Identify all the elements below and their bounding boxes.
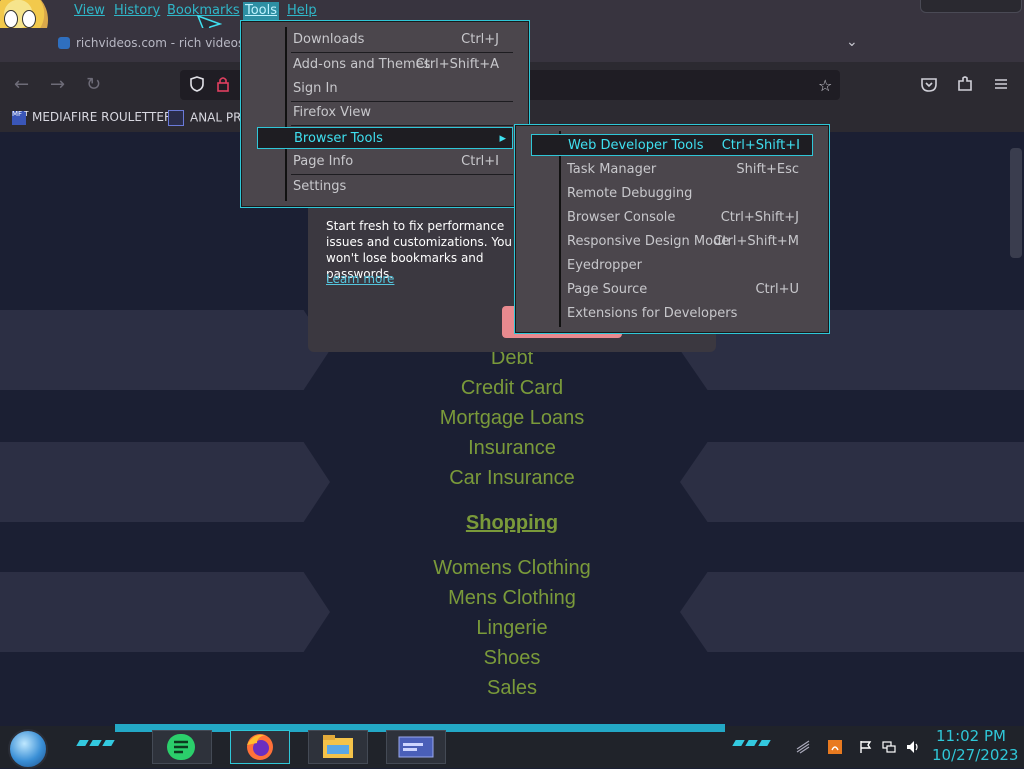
java-icon[interactable] — [828, 740, 842, 754]
notes-app-icon — [167, 734, 195, 760]
menu-item-addons[interactable]: Add-ons and Themes Ctrl+Shift+A — [293, 54, 499, 76]
start-button[interactable] — [8, 729, 48, 769]
hamburger-menu-icon[interactable] — [992, 75, 1010, 93]
pocket-icon[interactable] — [920, 75, 938, 93]
taskbar-notes-app[interactable] — [152, 730, 212, 764]
show-desktop-icon[interactable] — [796, 740, 810, 754]
link-shoes[interactable]: Shoes — [0, 647, 1024, 670]
menu-item-downloads[interactable]: Downloads Ctrl+J — [293, 29, 499, 51]
menu-view[interactable]: View — [72, 2, 107, 20]
menu-item-extensions-for-developers[interactable]: Extensions for Developers — [567, 303, 799, 325]
taskbar-firefox[interactable] — [230, 730, 290, 764]
menu-tools[interactable]: Tools — [243, 2, 280, 20]
extensions-icon[interactable] — [956, 75, 974, 93]
menu-item-responsive-design-mode[interactable]: Responsive Design Mode Ctrl+Shift+M — [567, 231, 799, 253]
link-lingerie[interactable]: Lingerie — [0, 617, 1024, 640]
shopping-heading[interactable]: Shopping — [0, 512, 1024, 535]
reload-icon[interactable]: ↻ — [86, 74, 101, 95]
link-car-insurance[interactable]: Car Insurance — [0, 467, 1024, 490]
menu-item-page-source[interactable]: Page Source Ctrl+U — [567, 279, 799, 301]
tab-title[interactable]: richvideos.com - rich videos Re — [76, 36, 263, 50]
clock-date[interactable]: 10/27/2023 — [932, 746, 1018, 764]
menu-item-browser-tools[interactable]: Browser Tools ▸ — [257, 127, 513, 149]
tools-menu: Downloads Ctrl+J Add-ons and Themes Ctrl+S… — [240, 20, 530, 208]
firefox-icon — [247, 734, 273, 760]
link-mortgage-loans[interactable]: Mortgage Loans — [0, 407, 1024, 430]
volume-icon[interactable] — [906, 740, 920, 754]
browser-tools-submenu: Web Developer Tools Ctrl+Shift+I Task Man… — [514, 124, 830, 334]
window-app-icon — [398, 736, 434, 758]
menu-item-eyedropper[interactable]: Eyedropper — [567, 255, 799, 277]
link-sales[interactable]: Sales — [0, 677, 1024, 700]
link-insurance[interactable]: Insurance — [0, 437, 1024, 460]
folder-icon — [323, 735, 353, 758]
menu-item-settings[interactable]: Settings — [293, 176, 499, 198]
shield-icon[interactable] — [190, 76, 204, 92]
lock-icon[interactable] — [216, 76, 230, 92]
clock-time[interactable]: 11:02 PM — [936, 727, 1006, 745]
taskbar-window-app[interactable] — [386, 730, 446, 764]
menu-item-remote-debugging[interactable]: Remote Debugging — [567, 183, 799, 205]
taskbar-file-explorer[interactable] — [308, 730, 368, 764]
bookmark-star-icon[interactable]: ☆ — [818, 76, 832, 95]
menu-item-firefox-view[interactable]: Firefox View — [293, 102, 499, 124]
menu-item-task-manager[interactable]: Task Manager Shift+Esc — [567, 159, 799, 181]
forward-icon[interactable]: → — [50, 74, 65, 95]
network-icon[interactable] — [882, 740, 896, 754]
tab-favicon-icon — [58, 37, 70, 49]
menu-help[interactable]: Help — [285, 2, 319, 20]
learn-more-link[interactable]: Learn more — [326, 272, 394, 286]
window-decoration — [920, 0, 1022, 13]
menu-item-page-info[interactable]: Page Info Ctrl+I — [293, 151, 499, 173]
flag-icon[interactable] — [858, 740, 872, 754]
mediafire-icon: MF T — [12, 110, 29, 125]
menu-item-web-developer-tools[interactable]: Web Developer Tools Ctrl+Shift+I — [531, 134, 813, 156]
menu-item-sign-in[interactable]: Sign In — [293, 78, 499, 100]
bookmark-anal-pro[interactable]: ANAL PRO — [168, 110, 251, 126]
link-womens-clothing[interactable]: Womens Clothing — [0, 557, 1024, 580]
menu-history[interactable]: History — [112, 2, 162, 20]
chevron-down-icon[interactable]: ⌄ — [846, 34, 858, 50]
menu-item-browser-console[interactable]: Browser Console Ctrl+Shift+J — [567, 207, 799, 229]
bookmark-icon — [168, 110, 184, 126]
link-credit-card[interactable]: Credit Card — [0, 377, 1024, 400]
link-mens-clothing[interactable]: Mens Clothing — [0, 587, 1024, 610]
page-scrollbar[interactable] — [1010, 148, 1022, 258]
bookmark-mediafire[interactable]: MF T MEDIAFIRE ROULETTER — [12, 110, 172, 125]
back-icon[interactable]: ← — [14, 74, 29, 95]
